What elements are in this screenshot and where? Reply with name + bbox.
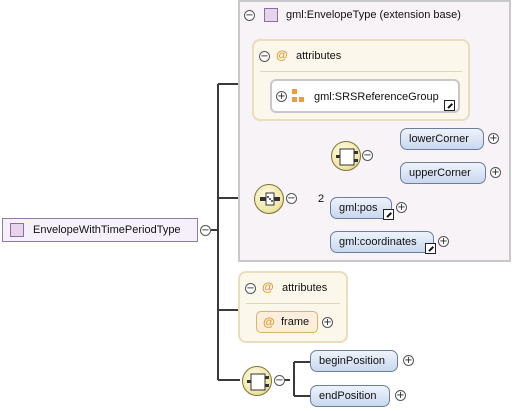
element-label: gml:coordinates <box>339 236 417 248</box>
choice-compositor-icon[interactable] <box>331 141 361 171</box>
attribute-icon: @ <box>263 315 275 329</box>
attribute-group-box[interactable]: + gml:SRSReferenceGroup <box>270 79 460 113</box>
attribute-frame[interactable]: @ frame <box>256 311 318 333</box>
expand-attribute-group-toggle[interactable]: + <box>276 91 287 102</box>
element-label: endPosition <box>319 390 377 402</box>
collapse-attributes-toggle[interactable]: − <box>259 51 270 62</box>
collapse-sequence-toggle[interactable]: − <box>286 193 297 204</box>
element-endPosition[interactable]: endPosition <box>310 385 390 407</box>
element-label: gml:pos <box>339 202 378 214</box>
extension-title: gml:EnvelopeType (extension base) <box>286 9 461 21</box>
expand-gml-pos-toggle[interactable]: + <box>396 202 407 213</box>
attribute-group-label: gml:SRSReferenceGroup <box>314 91 439 103</box>
attribute-icon: @ <box>276 48 288 62</box>
attribute-group-icon <box>292 89 304 102</box>
collapse-own-attributes-toggle[interactable]: − <box>245 283 256 294</box>
reference-link-icon[interactable] <box>425 243 436 254</box>
expand-lowerCorner-toggle[interactable]: + <box>488 133 499 144</box>
attribute-icon: @ <box>262 280 274 294</box>
sequence-compositor-icon[interactable] <box>254 184 284 214</box>
attribute-label: frame <box>281 316 310 328</box>
element-label: upperCorner <box>409 167 471 179</box>
element-label: lowerCorner <box>409 133 469 145</box>
element-upperCorner[interactable]: upperCorner <box>400 162 486 184</box>
multiplicity-label: 2 <box>318 193 325 205</box>
attributes-label: attributes <box>296 50 342 62</box>
reference-link-icon[interactable] <box>383 209 394 220</box>
root-element[interactable]: EnvelopeWithTimePeriodType <box>2 218 198 242</box>
complex-type-icon <box>264 8 278 22</box>
expand-upperCorner-toggle[interactable]: + <box>490 167 501 178</box>
sequence-compositor-icon[interactable] <box>242 366 272 396</box>
expand-endPosition-toggle[interactable]: + <box>395 390 406 401</box>
complex-type-icon <box>10 223 24 237</box>
root-element-label: EnvelopeWithTimePeriodType <box>33 224 181 236</box>
reference-link-icon[interactable] <box>444 100 455 111</box>
own-attributes-panel: − @ attributes @ frame + <box>238 271 348 343</box>
element-label: beginPosition <box>319 355 386 367</box>
attributes-panel: − @ attributes + gml:SRSReferenceGroup <box>252 39 470 121</box>
element-lowerCorner[interactable]: lowerCorner <box>400 128 484 150</box>
element-gml-coordinates[interactable]: gml:coordinates <box>330 231 434 253</box>
collapse-choice-toggle[interactable]: − <box>362 150 373 161</box>
collapse-bottom-sequence-toggle[interactable]: − <box>274 375 285 386</box>
collapse-root-toggle[interactable]: − <box>200 225 211 236</box>
collapse-extension-toggle[interactable]: − <box>244 10 255 21</box>
expand-gml-coordinates-toggle[interactable]: + <box>438 236 449 247</box>
element-beginPosition[interactable]: beginPosition <box>310 350 398 372</box>
expand-beginPosition-toggle[interactable]: + <box>403 355 414 366</box>
own-attributes-label: attributes <box>282 282 328 294</box>
expand-frame-toggle[interactable]: + <box>322 317 333 328</box>
